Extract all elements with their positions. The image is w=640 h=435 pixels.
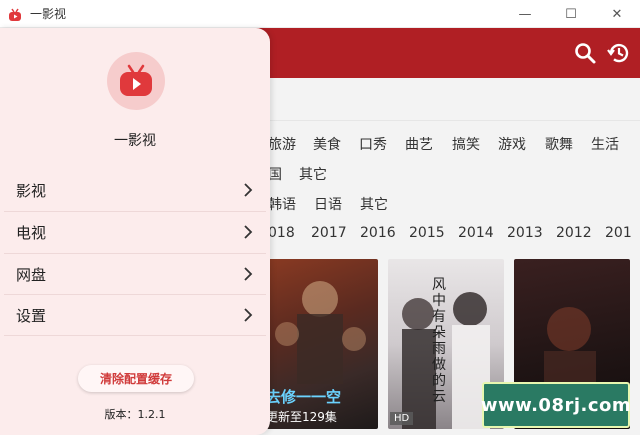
filter-item[interactable]: 国	[268, 164, 282, 184]
filter-item[interactable]: 搞笑	[452, 134, 480, 154]
filter-item[interactable]: 018	[268, 225, 295, 241]
maximize-button[interactable]: ☐	[548, 0, 594, 28]
chevron-right-icon	[244, 308, 253, 322]
filter-item[interactable]: 其它	[299, 164, 327, 184]
window-titlebar: 一影视 — ☐ ✕	[0, 0, 640, 28]
filter-item[interactable]: 2014	[458, 225, 494, 241]
poster-title-art: 风中有朵雨做的云	[432, 277, 446, 405]
watermark-logo: www.08rj.com	[481, 382, 631, 428]
menu-item-tv[interactable]: 电视	[0, 211, 270, 253]
filter-item[interactable]: 2015	[409, 225, 445, 241]
hd-badge: HD	[390, 412, 414, 425]
filter-item[interactable]: 旅游	[268, 134, 296, 154]
filter-item[interactable]: 韩语	[268, 194, 296, 214]
filter-item[interactable]: 曲艺	[405, 134, 433, 154]
filter-item[interactable]: 2016	[360, 225, 396, 241]
filter-item[interactable]: 口秀	[359, 134, 387, 154]
poster-title-art: 去修一一空	[266, 388, 342, 406]
clear-cache-button[interactable]: 清除配置缓存	[78, 365, 194, 392]
history-icon[interactable]	[606, 40, 632, 66]
chevron-right-icon	[244, 225, 253, 239]
filter-item[interactable]: 201	[605, 225, 632, 241]
version-label: 版本：1.2.1	[104, 408, 166, 421]
filter-item[interactable]: 歌舞	[545, 134, 573, 154]
filter-item[interactable]: 生活	[591, 134, 619, 154]
menu-item-movies[interactable]: 影视	[0, 169, 270, 211]
filter-item[interactable]: 游戏	[498, 134, 526, 154]
minimize-button[interactable]: —	[502, 0, 548, 28]
chevron-right-icon	[244, 267, 253, 281]
menu-item-label: 电视	[16, 223, 47, 242]
video-poster[interactable]: 去修一一空 更新至129集	[262, 259, 378, 429]
menu-item-label: 设置	[16, 306, 47, 325]
filter-item[interactable]: 日语	[314, 194, 342, 214]
menu-item-label: 影视	[16, 181, 47, 200]
window-title: 一影视	[30, 7, 67, 21]
filter-item[interactable]: 其它	[360, 194, 388, 214]
app-logo-icon	[8, 7, 22, 21]
menu-divider	[4, 335, 266, 336]
poster-caption: 更新至129集	[266, 410, 337, 424]
filter-item[interactable]: 2012	[556, 225, 592, 241]
drawer-app-name: 一影视	[114, 133, 156, 149]
search-icon[interactable]	[572, 40, 598, 66]
tv-play-icon	[107, 52, 165, 110]
menu-item-netdisk[interactable]: 网盘	[0, 253, 270, 295]
filter-item[interactable]: 2013	[507, 225, 543, 241]
close-button[interactable]: ✕	[594, 0, 640, 28]
menu-item-label: 网盘	[16, 265, 47, 284]
filter-item[interactable]: 2017	[311, 225, 347, 241]
filter-item[interactable]: 美食	[313, 134, 341, 154]
navigation-drawer: 一影视 影视 电视 网盘 设置 清除配置缓存 版本：1.2.1	[0, 28, 270, 435]
chevron-right-icon	[244, 183, 253, 197]
menu-item-settings[interactable]: 设置	[0, 294, 270, 336]
